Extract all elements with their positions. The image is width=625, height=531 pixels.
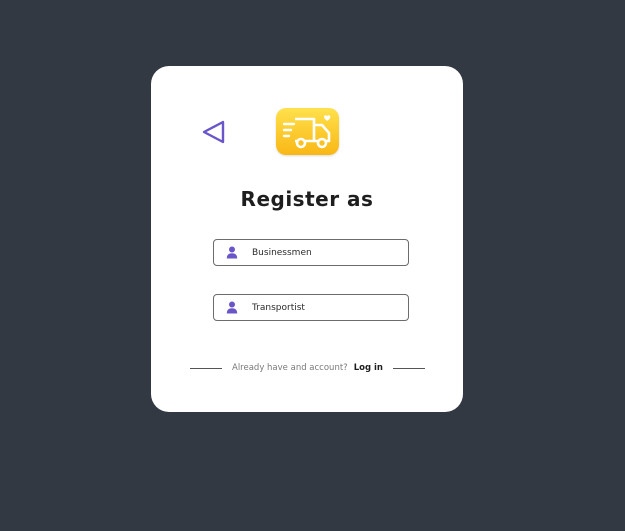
person-icon xyxy=(225,301,239,315)
back-triangle-icon xyxy=(202,120,225,144)
page-stage: Register as Businessmen Transportist Alr… xyxy=(0,0,625,531)
login-footer: Already have and account? Log in xyxy=(190,361,433,375)
register-card: Register as Businessmen Transportist Alr… xyxy=(151,66,463,412)
login-link[interactable]: Log in xyxy=(354,363,383,373)
option-businessmen[interactable]: Businessmen xyxy=(213,239,409,266)
login-prompt: Already have and account? xyxy=(232,363,348,373)
divider-line xyxy=(392,367,425,369)
page-title: Register as xyxy=(240,187,374,211)
divider-line xyxy=(190,367,222,369)
app-logo xyxy=(276,108,339,155)
person-icon xyxy=(225,246,239,260)
option-transportist[interactable]: Transportist xyxy=(213,294,409,321)
option-label: Businessmen xyxy=(252,247,312,258)
back-button[interactable] xyxy=(199,117,229,147)
delivery-truck-icon xyxy=(282,114,330,148)
option-label: Transportist xyxy=(252,302,305,313)
